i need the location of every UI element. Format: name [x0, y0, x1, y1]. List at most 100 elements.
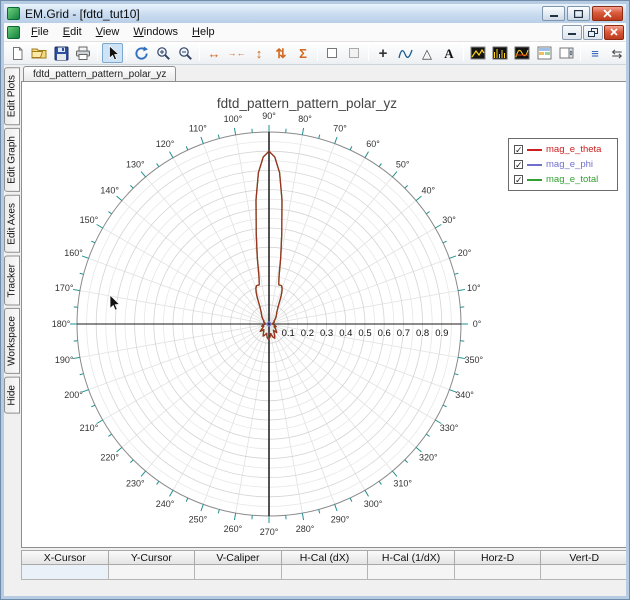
svg-text:fdtd_pattern_pattern_polar_yz: fdtd_pattern_pattern_polar_yz	[217, 96, 397, 111]
fft-tool-button[interactable]	[490, 43, 511, 63]
side-tab-tracker[interactable]: Tracker	[4, 255, 20, 306]
svg-text:0°: 0°	[473, 319, 482, 329]
svg-text:320°: 320°	[419, 453, 438, 463]
svg-text:70°: 70°	[333, 124, 347, 134]
status-col-y-cursor: Y-Cursor	[107, 550, 196, 565]
maximize-button[interactable]	[567, 6, 590, 21]
toolbar: ↔→←↕⇅Σ+△A≡⇆Layout	[4, 42, 626, 65]
full-view-button[interactable]	[131, 43, 152, 63]
legend-checkbox-mag_e_theta[interactable]: ✓	[514, 145, 523, 155]
svg-text:150°: 150°	[80, 215, 99, 225]
svg-text:120°: 120°	[156, 139, 175, 149]
expand-vertical-button[interactable]: ↕	[249, 43, 270, 63]
status-value-cell[interactable]	[21, 565, 109, 580]
stepper-tool-button[interactable]	[556, 43, 577, 63]
title-bar: EM.Grid - [fdtd_tut10]	[4, 4, 626, 23]
menu-edit[interactable]: Edit	[56, 24, 89, 40]
toolbar-separator	[126, 45, 127, 61]
side-tab-hide[interactable]: Hide	[4, 377, 20, 414]
document-tab[interactable]: fdtd_pattern_pattern_polar_yz	[23, 66, 177, 81]
shrink-vertical-button[interactable]: ⇅	[271, 43, 292, 63]
svg-text:140°: 140°	[100, 185, 119, 195]
zoom-in-button[interactable]	[153, 43, 174, 63]
add-curve-button[interactable]	[395, 43, 416, 63]
svg-text:350°: 350°	[464, 355, 483, 365]
minimize-button[interactable]	[542, 6, 565, 21]
menu-file[interactable]: File	[24, 24, 56, 40]
save-button[interactable]	[51, 43, 72, 63]
svg-text:240°: 240°	[156, 499, 175, 509]
swap-arrows-icon: ⇆	[611, 45, 623, 61]
svg-text:210°: 210°	[80, 423, 99, 433]
new-button[interactable]	[7, 43, 28, 63]
side-tab-edit-graph[interactable]: Edit Graph	[4, 128, 20, 193]
menu-windows[interactable]: Windows	[126, 24, 185, 40]
zoom-out-button[interactable]	[175, 43, 196, 63]
swap-axes-button[interactable]: ⇆	[607, 43, 627, 63]
status-value-cell[interactable]	[367, 565, 455, 580]
spectrum-tool-button[interactable]	[512, 43, 533, 63]
minimize-icon	[549, 14, 558, 17]
mdi-close-button[interactable]	[604, 24, 624, 40]
shrink-horizontal-button[interactable]: →←	[226, 43, 248, 63]
status-value-cell[interactable]	[194, 565, 282, 580]
window-title: EM.Grid - [fdtd_tut10]	[25, 6, 140, 21]
marker-box-light-button[interactable]	[344, 43, 365, 63]
toolbar-separator	[580, 45, 581, 61]
legend-item-mag_e_total: ✓ mag_e_total	[514, 172, 612, 187]
autoscale-button[interactable]: Σ	[293, 43, 314, 63]
select-button[interactable]	[101, 43, 123, 63]
svg-text:0.7: 0.7	[397, 328, 410, 339]
svg-text:310°: 310°	[393, 478, 412, 488]
legend-checkbox-mag_e_total[interactable]: ✓	[514, 175, 523, 185]
mdi-window-controls	[562, 24, 626, 40]
add-marker-button[interactable]: +	[373, 43, 394, 63]
list-view-button[interactable]: ≡	[585, 43, 606, 63]
status-header-row: X-Cursor Y-Cursor V-Caliper H-Cal (dX) H-Cal…	[21, 550, 626, 565]
status-value-cell[interactable]	[453, 565, 542, 580]
mdi-restore-button[interactable]	[583, 24, 603, 40]
mdi-minimize-button[interactable]	[562, 24, 582, 40]
status-value-cell[interactable]	[540, 565, 626, 580]
save-floppy-icon	[54, 46, 69, 61]
menu-view[interactable]: View	[89, 24, 127, 40]
side-tab-workspace[interactable]: Workspace	[4, 308, 20, 375]
svg-text:60°: 60°	[366, 139, 380, 149]
print-button[interactable]	[73, 43, 94, 63]
maximize-icon	[574, 9, 583, 18]
plot-area[interactable]: 0° 10° 20° 30° 40° 50° 60° 70° 80° 90° 100° 110° 120…	[21, 81, 626, 548]
svg-text:0.2: 0.2	[301, 328, 314, 339]
radial-labels: 0.1 0.2 0.3 0.4 0.5 0.6 0.7 0.8 0.9	[282, 328, 449, 339]
svg-text:250°: 250°	[189, 515, 208, 525]
status-col-x-cursor: X-Cursor	[21, 550, 109, 565]
open-button[interactable]	[29, 43, 50, 63]
app-window: EM.Grid - [fdtd_tut10] File Edit View Windo…	[0, 0, 630, 600]
legend-checkbox-mag_e_phi[interactable]: ✓	[514, 160, 523, 170]
table-tool-button[interactable]	[534, 43, 555, 63]
svg-text:0.4: 0.4	[339, 328, 352, 339]
add-text-button[interactable]: A	[439, 43, 460, 63]
workspace: Edit Plots Edit Graph Edit Axes Tracker Work…	[4, 65, 626, 596]
letter-a-icon: A	[444, 45, 454, 61]
svg-text:50°: 50°	[396, 160, 410, 170]
status-col-v-caliper: V-Caliper	[194, 550, 282, 565]
side-tab-edit-plots[interactable]: Edit Plots	[4, 67, 20, 126]
close-button[interactable]	[592, 6, 623, 21]
open-folder-icon	[31, 46, 47, 60]
svg-text:300°: 300°	[364, 499, 383, 509]
marker-box-button[interactable]	[322, 43, 343, 63]
side-tab-edit-axes[interactable]: Edit Axes	[4, 195, 20, 253]
printer-icon	[75, 46, 91, 61]
status-col-vert-d: Vert-D	[540, 550, 626, 565]
empty-box-light-icon	[349, 48, 359, 58]
svg-text:0.6: 0.6	[378, 328, 391, 339]
add-shape-button[interactable]: △	[417, 43, 438, 63]
h-shrink-arrows-icon: →←	[227, 47, 246, 58]
expand-horizontal-button[interactable]: ↔	[204, 43, 225, 63]
svg-text:10°: 10°	[467, 283, 481, 293]
legend-label: mag_e_theta	[546, 144, 602, 155]
image-tool-button[interactable]	[468, 43, 489, 63]
status-value-cell[interactable]	[280, 565, 369, 580]
status-value-cell[interactable]	[107, 565, 196, 580]
menu-help[interactable]: Help	[185, 24, 222, 40]
